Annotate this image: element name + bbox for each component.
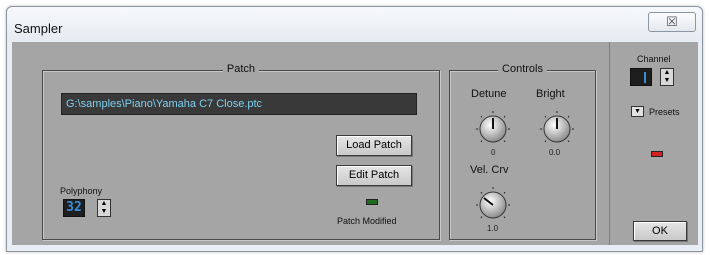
polyphony-label: Polyphony (60, 186, 103, 196)
patch-modified-label: Patch Modified (337, 216, 397, 226)
close-button[interactable]: ☒ (648, 12, 696, 32)
ok-button[interactable]: OK (633, 221, 687, 241)
vel-crv-knob[interactable] (474, 186, 512, 224)
detune-value: 0 (491, 148, 496, 157)
window-title: Sampler (14, 21, 63, 36)
sampler-window: Sampler ☒ Patch G:\samples\Piano\Yamaha … (6, 6, 703, 252)
patch-path-field[interactable]: G:\samples\Piano\Yamaha C7 Close.ptc (61, 93, 417, 115)
controls-group-title: Controls (498, 63, 547, 75)
bright-value: 0.0 (549, 148, 561, 157)
close-icon: ☒ (666, 14, 678, 29)
title-bar: Sampler ☒ (7, 7, 702, 41)
vel-crv-value: 1.0 (487, 224, 499, 233)
polyphony-value: 32 (66, 200, 82, 215)
edit-patch-button[interactable]: Edit Patch (336, 165, 412, 186)
load-patch-button[interactable]: Load Patch (336, 135, 412, 156)
main-panel: Patch G:\samples\Piano\Yamaha C7 Close.p… (12, 42, 609, 245)
vel-crv-label: Vel. Crv (470, 164, 509, 176)
spin-up-down-icon: ▲ ▼ (100, 200, 108, 215)
side-panel: Channel ▲ ▼ ▼ Presets OK (609, 42, 698, 245)
spin-up-down-icon: ▲ ▼ (663, 69, 671, 84)
polyphony-spin-button[interactable]: ▲ ▼ (97, 199, 111, 217)
detune-label: Detune (471, 88, 507, 100)
channel-cursor (644, 72, 646, 83)
channel-activity-led (651, 151, 663, 157)
presets-dropdown-button[interactable]: ▼ (631, 106, 644, 117)
detune-knob[interactable] (474, 110, 512, 148)
polyphony-display: 32 (63, 199, 85, 217)
presets-label: Presets (649, 107, 680, 117)
patch-group-title: Patch (222, 63, 260, 75)
dropdown-arrow-icon: ▼ (634, 108, 641, 115)
channel-spin-button[interactable]: ▲ ▼ (660, 68, 674, 86)
bright-knob[interactable] (538, 110, 576, 148)
channel-label: Channel (637, 54, 671, 64)
channel-display (630, 68, 652, 86)
bright-label: Bright (536, 88, 565, 100)
patch-modified-led (366, 199, 378, 205)
